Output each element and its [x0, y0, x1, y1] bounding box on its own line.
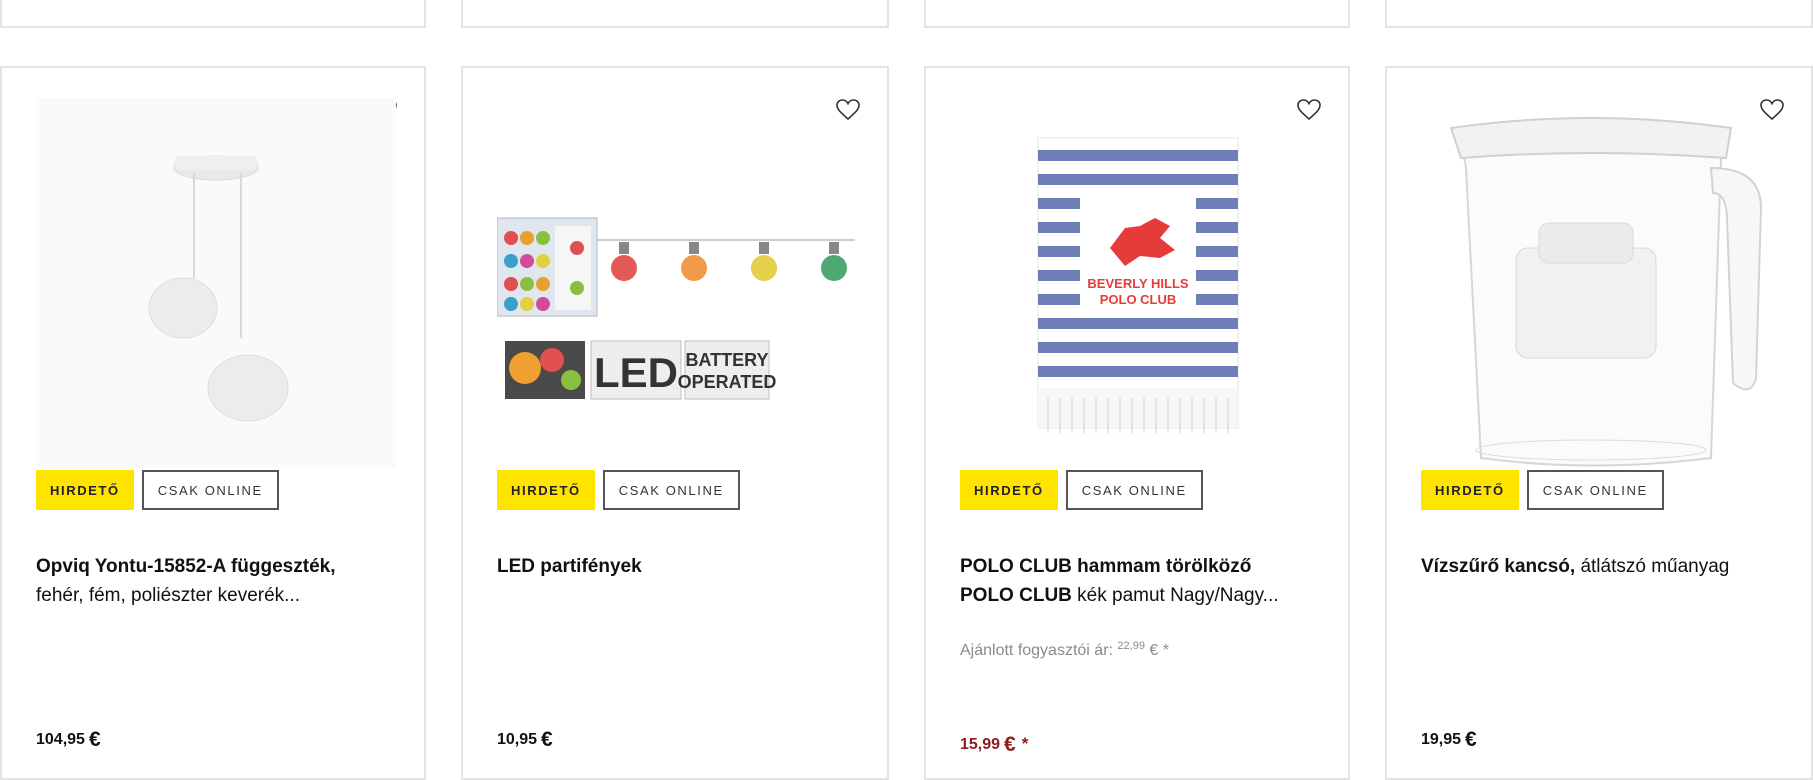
product-image[interactable]	[36, 98, 396, 468]
product-title[interactable]: POLO CLUB hammam törölköző POLO CLUB kék…	[960, 552, 1330, 610]
recommended-price: Ajánlott fogyasztói ár: 22,99 € *	[960, 640, 1169, 660]
product-image[interactable]: BEVERLY HILLS POLO CLUB	[960, 98, 1320, 468]
rrp-value: 22,99	[1117, 640, 1145, 652]
product-card[interactable]: LED BATTERY OPERATED HIRDETŐ CSAK ONLINE…	[461, 66, 889, 780]
battery-text-1: BATTERY	[686, 350, 769, 370]
product-title-rest: fehér, fém, poliészter keverék...	[36, 585, 301, 606]
product-title-rest: átlátszó műanyag	[1580, 556, 1730, 577]
product-image[interactable]: LED BATTERY OPERATED	[497, 98, 857, 468]
product-title-bold-2: POLO CLUB	[960, 585, 1072, 606]
badge-advertiser: HIRDETŐ	[960, 470, 1058, 510]
price-value: 15,99	[960, 736, 1001, 753]
product-price: 10,95 €	[497, 728, 553, 752]
product-title-bold: Opviq Yontu-15852-A függeszték,	[36, 556, 336, 577]
price-asterisk: *	[1021, 734, 1029, 753]
rrp-suffix: € *	[1149, 642, 1169, 659]
party-lights-image: LED BATTERY OPERATED	[497, 217, 855, 400]
badge-advertiser: HIRDETŐ	[1421, 470, 1519, 510]
currency: €	[541, 728, 553, 751]
product-title-bold: LED partifények	[497, 556, 642, 577]
badge-online-only: CSAK ONLINE	[141, 470, 279, 510]
product-title[interactable]: Vízszűrő kancsó, átlátszó műanyag	[1421, 552, 1791, 581]
product-price: 104,95 €	[36, 728, 101, 752]
currency: €	[1004, 733, 1016, 756]
product-card-partial[interactable]	[0, 0, 426, 28]
price-value: 10,95	[497, 731, 538, 748]
badge-advertiser: HIRDETŐ	[497, 470, 595, 510]
product-title[interactable]: LED partifények	[497, 552, 867, 581]
price-value: 104,95	[36, 731, 85, 748]
product-image[interactable]	[1421, 98, 1781, 468]
badge-advertiser: HIRDETŐ	[36, 470, 134, 510]
battery-text-2: OPERATED	[678, 372, 777, 392]
towel-image: BEVERLY HILLS POLO CLUB	[1037, 137, 1239, 433]
product-title-bold: Vízszűrő kancsó,	[1421, 556, 1576, 577]
product-title-rest: kék pamut Nagy/Nagy...	[1077, 585, 1279, 606]
product-card[interactable]: HIRDETŐ CSAK ONLINE Vízszűrő kancsó, átl…	[1385, 66, 1813, 780]
product-card[interactable]: HIRDETŐ CSAK ONLINE Opviq Yontu-15852-A …	[0, 66, 426, 780]
badge-online-only: CSAK ONLINE	[1526, 470, 1664, 510]
product-card-partial[interactable]	[1385, 0, 1813, 28]
product-card-partial[interactable]	[924, 0, 1350, 28]
led-logo-text: LED	[594, 349, 678, 396]
water-filter-jug-image	[1449, 117, 1763, 467]
currency: €	[88, 728, 101, 751]
badge-online-only: CSAK ONLINE	[1065, 470, 1203, 510]
badge-online-only: CSAK ONLINE	[602, 470, 740, 510]
product-title-bold: POLO CLUB hammam törölköző	[960, 556, 1252, 577]
product-card[interactable]: BEVERLY HILLS POLO CLUB HIRDETŐ CSAK ONL…	[924, 66, 1350, 780]
price-value: 19,95	[1421, 731, 1462, 748]
currency: €	[1465, 728, 1477, 751]
pendant-lamp-image	[36, 98, 396, 468]
product-price: 15,99 € *	[960, 733, 1028, 757]
product-price: 19,95 €	[1421, 728, 1477, 752]
brand-text-2: POLO CLUB	[1100, 292, 1177, 307]
product-title[interactable]: Opviq Yontu-15852-A függeszték, fehér, f…	[36, 552, 406, 610]
rrp-label: Ajánlott fogyasztói ár:	[960, 642, 1113, 659]
brand-text-1: BEVERLY HILLS	[1087, 276, 1188, 291]
product-card-partial[interactable]	[461, 0, 889, 28]
